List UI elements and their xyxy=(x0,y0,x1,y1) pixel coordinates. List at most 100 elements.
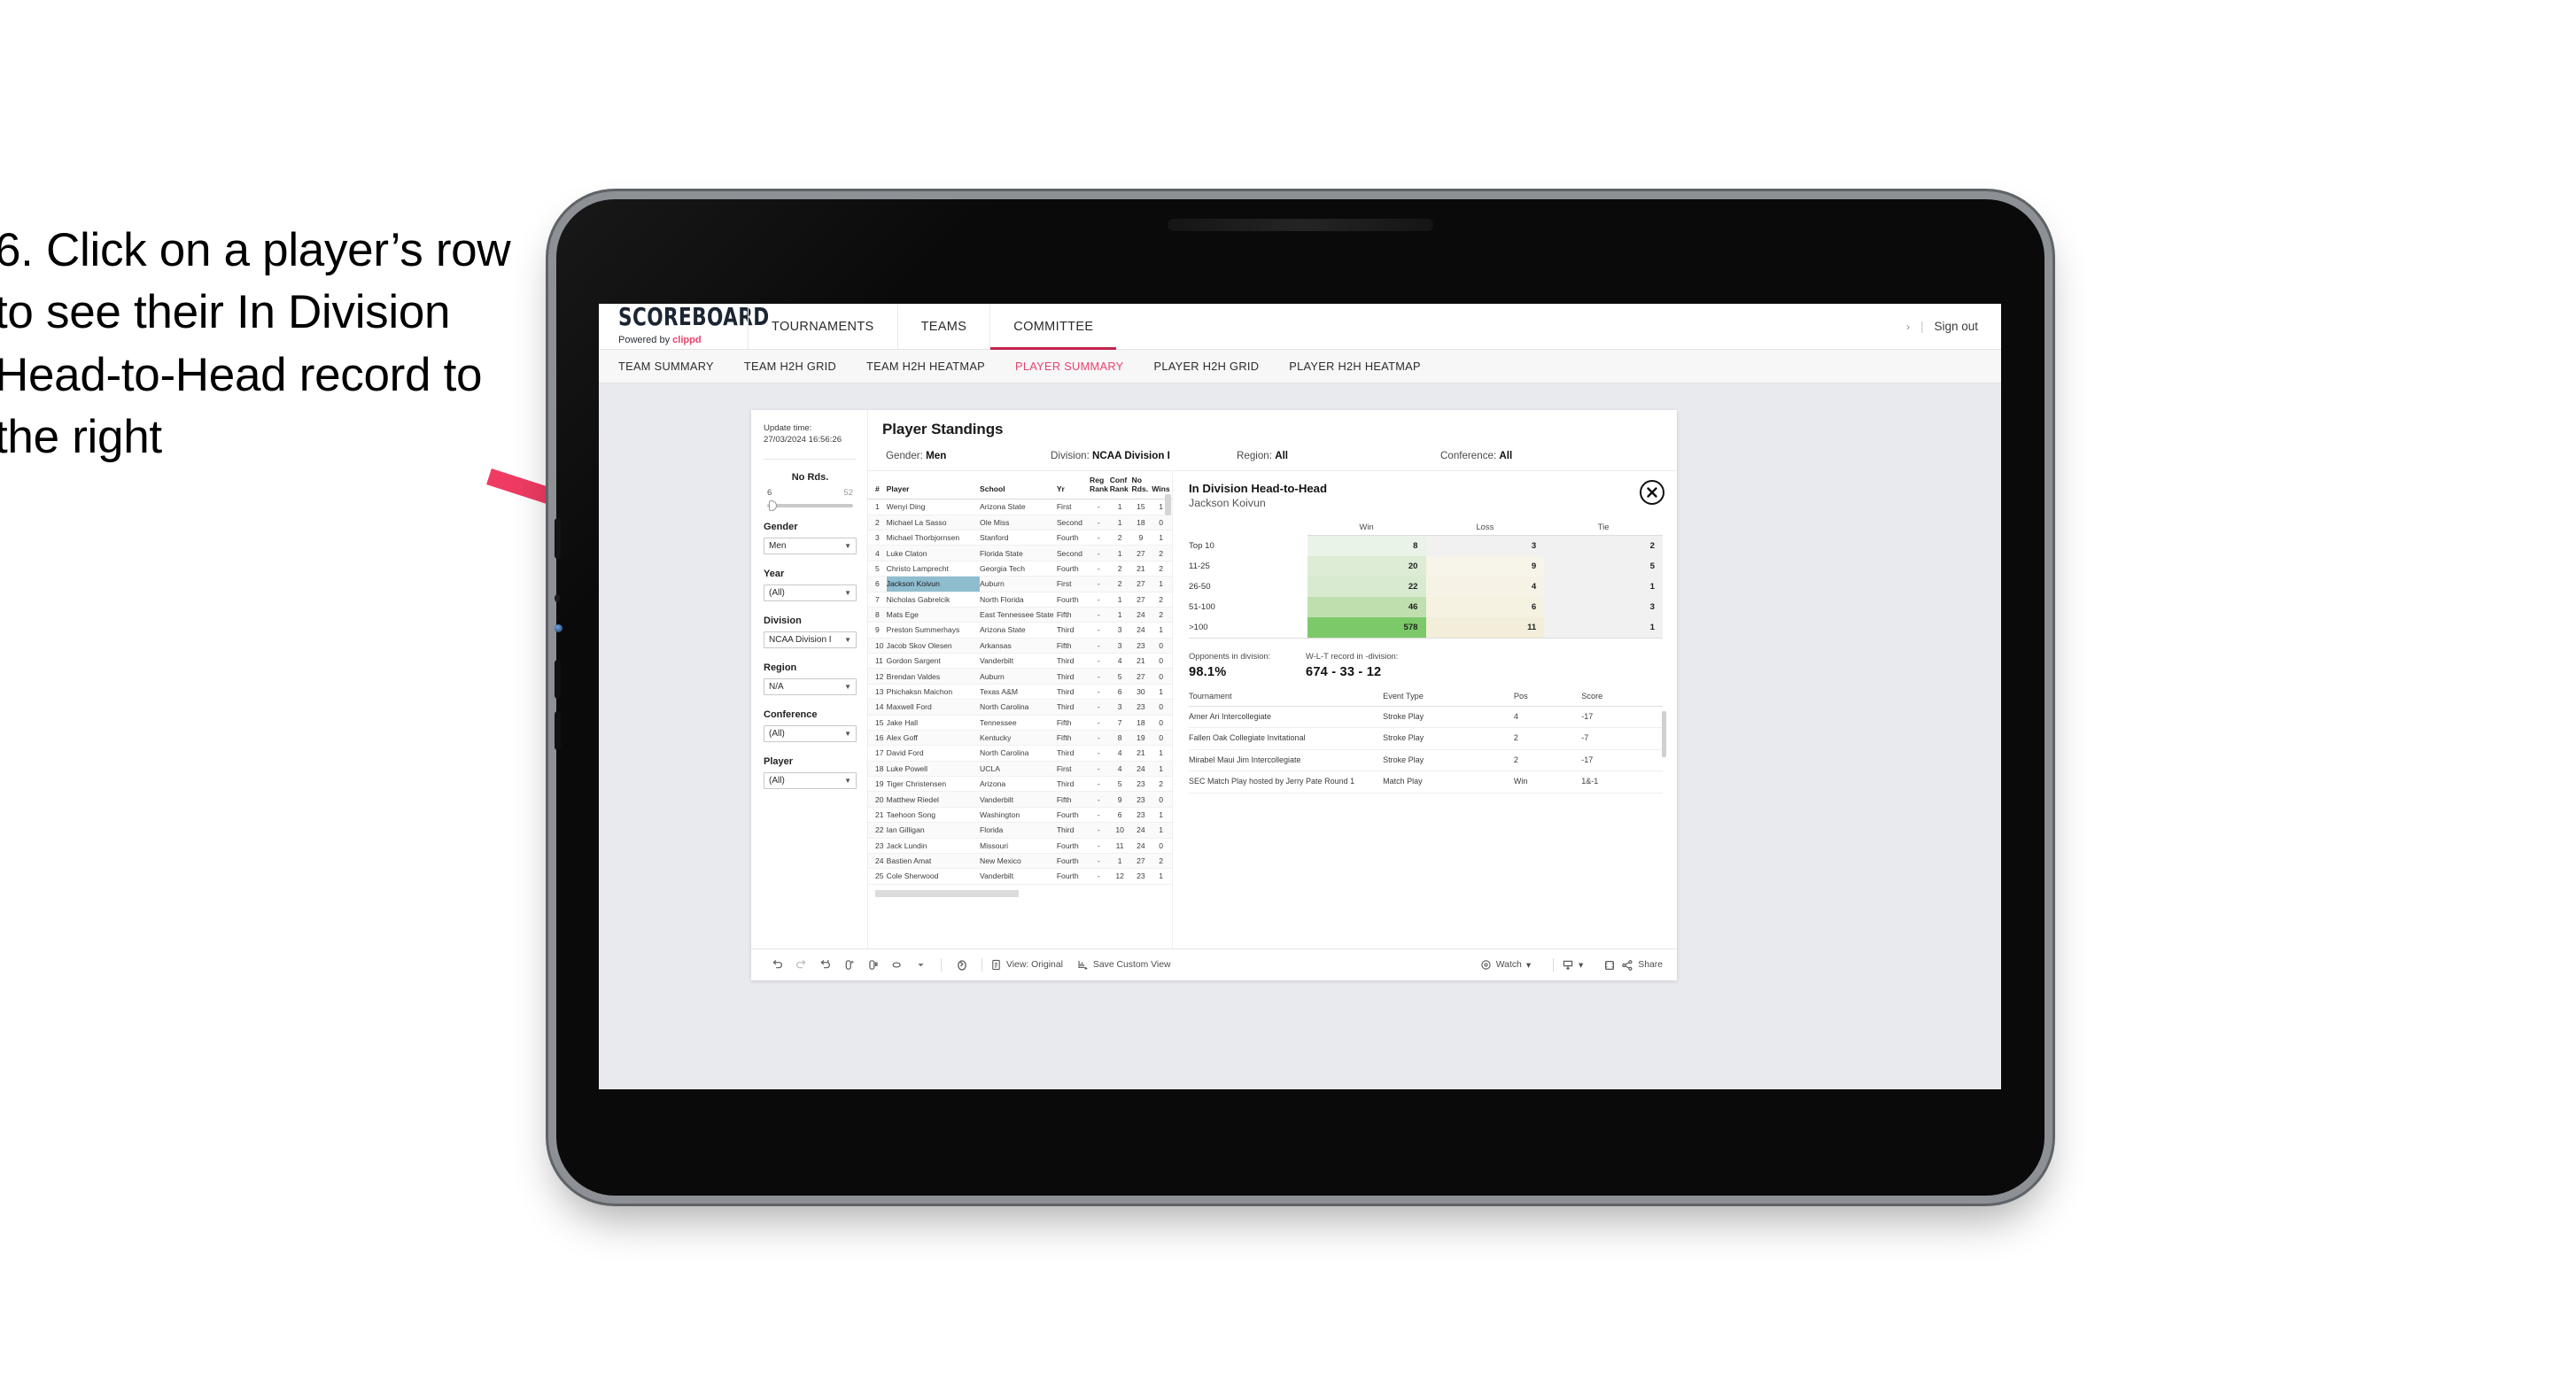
tournament-scrollbar[interactable] xyxy=(1662,710,1666,757)
account-caret-icon[interactable]: › xyxy=(1906,321,1910,333)
nav-teams[interactable]: TEAMS xyxy=(896,304,990,349)
table-row[interactable]: 3 Michael Thorbjornsen Stanford Fourth -2 9 1 xyxy=(868,530,1172,546)
redo-icon[interactable] xyxy=(789,956,813,975)
pause-icon[interactable] xyxy=(861,956,885,975)
table-row[interactable]: 19 Tiger Christensen Arizona Third -5 23 2 xyxy=(868,776,1172,793)
stat-wlt-label: W-L-T record in -division: xyxy=(1306,650,1399,661)
col-rank[interactable]: # xyxy=(868,471,887,500)
h2h-cell[interactable]: 4 xyxy=(1425,576,1545,597)
filter-year-select[interactable]: (All) ▼ xyxy=(764,584,857,601)
fullscreen-icon[interactable] xyxy=(1597,956,1621,975)
view-original-button[interactable]: View: Original xyxy=(990,959,1063,971)
h2h-cell[interactable]: 1 xyxy=(1544,576,1663,597)
cell-wins: 2 xyxy=(1152,607,1172,623)
col-reg-rank[interactable]: Reg Rank xyxy=(1090,471,1110,500)
tab-team-h2h-grid[interactable]: TEAM H2H GRID xyxy=(744,360,836,373)
watch-button[interactable]: Watch ▾ xyxy=(1480,959,1531,971)
table-row[interactable]: 13 Phichaksn Maichon Texas A&M Third -6 30 1 xyxy=(868,684,1172,701)
sign-out-link[interactable]: Sign out xyxy=(1934,320,1978,333)
h2h-cell[interactable]: 5 xyxy=(1544,555,1663,577)
download-button[interactable]: ▾ xyxy=(1562,959,1583,972)
tournament-row[interactable]: Amer Ari Intercollegiate Stroke Play 4 -17 xyxy=(1189,706,1663,729)
table-row[interactable]: 11 Gordon Sargent Vanderbilt Third -4 21 0 xyxy=(868,653,1172,670)
table-row[interactable]: 6 Jackson Koivun Auburn First -2 27 1 xyxy=(868,576,1172,592)
tournament-row[interactable]: Mirabel Maui Jim Intercollegiate Stroke P… xyxy=(1189,749,1663,772)
tournament-row[interactable]: SEC Match Play hosted by Jerry Pate Roun… xyxy=(1189,770,1663,794)
table-row[interactable]: 4 Luke Claton Florida State Second -1 27 2 xyxy=(868,545,1172,561)
table-row[interactable]: 2 Michael La Sasso Ole Miss Second -1 18 0 xyxy=(868,515,1172,531)
cell-player: Maxwell Ford xyxy=(886,699,981,716)
filter-conference-select[interactable]: (All) ▼ xyxy=(764,724,857,742)
nav-committee[interactable]: COMMITTEE xyxy=(989,304,1117,350)
table-row[interactable]: 7 Nicholas Gabrelcik North Florida Fourth -1… xyxy=(868,592,1172,608)
slider-handle[interactable] xyxy=(769,499,777,511)
share-button[interactable]: Share xyxy=(1621,959,1663,972)
tournament-row[interactable]: Fallen Oak Collegiate Invitational Stroke… xyxy=(1189,727,1663,750)
table-row[interactable]: 17 David Ford North Carolina Third -4 21 1 xyxy=(868,745,1172,762)
h2h-cell[interactable]: 3 xyxy=(1425,535,1545,556)
col-conf-rank[interactable]: Conf Rank xyxy=(1109,471,1132,500)
table-row[interactable]: 14 Maxwell Ford North Carolina Third -3 23 0 xyxy=(868,699,1172,716)
filter-region-select[interactable]: N/A ▼ xyxy=(764,678,857,695)
tab-player-h2h-grid[interactable]: PLAYER H2H GRID xyxy=(1154,360,1260,373)
alerts-icon[interactable] xyxy=(950,956,974,975)
table-row[interactable]: 18 Luke Powell UCLA First -4 24 1 xyxy=(868,761,1172,778)
table-row[interactable]: 8 Mats Ege East Tennessee State Fifth -1 24 2 xyxy=(868,607,1172,623)
table-row[interactable]: 21 Taehoon Song Washington Fourth -6 23 1 xyxy=(868,807,1172,824)
tab-team-summary[interactable]: TEAM SUMMARY xyxy=(618,360,714,373)
table-row[interactable]: 9 Preston Summerhays Arizona State Third -3 2… xyxy=(868,622,1172,639)
h2h-cell[interactable]: 20 xyxy=(1307,555,1426,577)
h2h-cell[interactable]: 578 xyxy=(1307,616,1426,638)
summary-region: Region: All xyxy=(1237,450,1440,461)
shape-icon[interactable] xyxy=(885,956,909,975)
no-rounds-slider[interactable] xyxy=(767,499,853,511)
table-row[interactable]: 16 Alex Goff Kentucky Fifth -8 19 0 xyxy=(868,730,1172,747)
dropdown-caret-icon[interactable] xyxy=(909,956,933,975)
tab-player-h2h-heatmap[interactable]: PLAYER H2H HEATMAP xyxy=(1289,360,1421,373)
tab-team-h2h-heatmap[interactable]: TEAM H2H HEATMAP xyxy=(866,360,985,373)
table-row[interactable]: 1 Wenyi Ding Arizona State First -1 15 1 xyxy=(868,499,1172,515)
table-row[interactable]: 20 Matthew Riedel Vanderbilt Fifth -9 23 0 xyxy=(868,791,1172,808)
brand-logo[interactable]: SCOREBOARD Powered by clippd xyxy=(599,304,769,349)
table-row[interactable]: 12 Brendan Valdes Auburn Third -5 27 0 xyxy=(868,668,1172,685)
col-yr[interactable]: Yr xyxy=(1056,471,1090,500)
revert-icon[interactable] xyxy=(813,956,837,975)
h2h-cell[interactable]: 6 xyxy=(1425,596,1545,617)
summary-division-label: Division: xyxy=(1051,450,1090,461)
col-school[interactable]: School xyxy=(980,471,1057,500)
table-row[interactable]: 24 Bastien Amat New Mexico Fourth -1 27 2 xyxy=(868,853,1172,870)
filter-player-select[interactable]: (All) ▼ xyxy=(764,771,857,789)
clippd-wordmark: clippd xyxy=(672,334,702,345)
horizontal-scrollbar[interactable] xyxy=(875,889,1019,897)
cell-player: Bastien Amat xyxy=(886,853,981,870)
vertical-scrollbar[interactable] xyxy=(1165,494,1171,515)
h2h-cell[interactable]: 1 xyxy=(1544,616,1663,638)
refresh-icon[interactable] xyxy=(837,956,861,975)
nav-tournaments[interactable]: TOURNAMENTS xyxy=(748,304,897,349)
filter-gender-select[interactable]: Men ▼ xyxy=(764,537,857,554)
undo-icon[interactable] xyxy=(765,956,789,975)
cell-school: Arizona State xyxy=(980,622,1057,639)
table-row[interactable]: 25 Cole Sherwood Vanderbilt Fourth -12 23 1 xyxy=(868,868,1172,885)
cell-tournament-name: Mirabel Maui Jim Intercollegiate xyxy=(1189,749,1384,772)
filter-division-select[interactable]: NCAA Division I ▼ xyxy=(764,631,857,648)
close-icon[interactable] xyxy=(1640,480,1664,505)
cell-school: Washington xyxy=(980,807,1057,824)
summary-gender: Gender: Men xyxy=(882,450,1051,461)
save-custom-view-button[interactable]: Save Custom View xyxy=(1077,959,1171,971)
col-player[interactable]: Player xyxy=(886,471,981,500)
h2h-cell[interactable]: 46 xyxy=(1307,596,1426,617)
table-row[interactable]: 23 Jack Lundin Missouri Fourth -11 24 0 xyxy=(868,838,1172,854)
h2h-cell[interactable]: 2 xyxy=(1544,535,1663,556)
table-row[interactable]: 10 Jacob Skov Olesen Arkansas Fifth -3 23 0 xyxy=(868,638,1172,654)
h2h-cell[interactable]: 22 xyxy=(1307,576,1426,597)
h2h-cell[interactable]: 11 xyxy=(1425,616,1545,638)
h2h-cell[interactable]: 3 xyxy=(1544,596,1663,617)
tab-player-summary[interactable]: PLAYER SUMMARY xyxy=(1015,360,1123,373)
h2h-cell[interactable]: 9 xyxy=(1425,555,1545,577)
table-row[interactable]: 5 Christo Lamprecht Georgia Tech Fourth -2 21… xyxy=(868,561,1172,577)
table-row[interactable]: 15 Jake Hall Tennessee Fifth -7 18 0 xyxy=(868,715,1172,731)
h2h-cell[interactable]: 8 xyxy=(1307,535,1426,556)
col-no-rds[interactable]: No Rds. xyxy=(1131,471,1152,500)
table-row[interactable]: 22 Ian Gilligan Florida Third -10 24 1 xyxy=(868,822,1172,839)
